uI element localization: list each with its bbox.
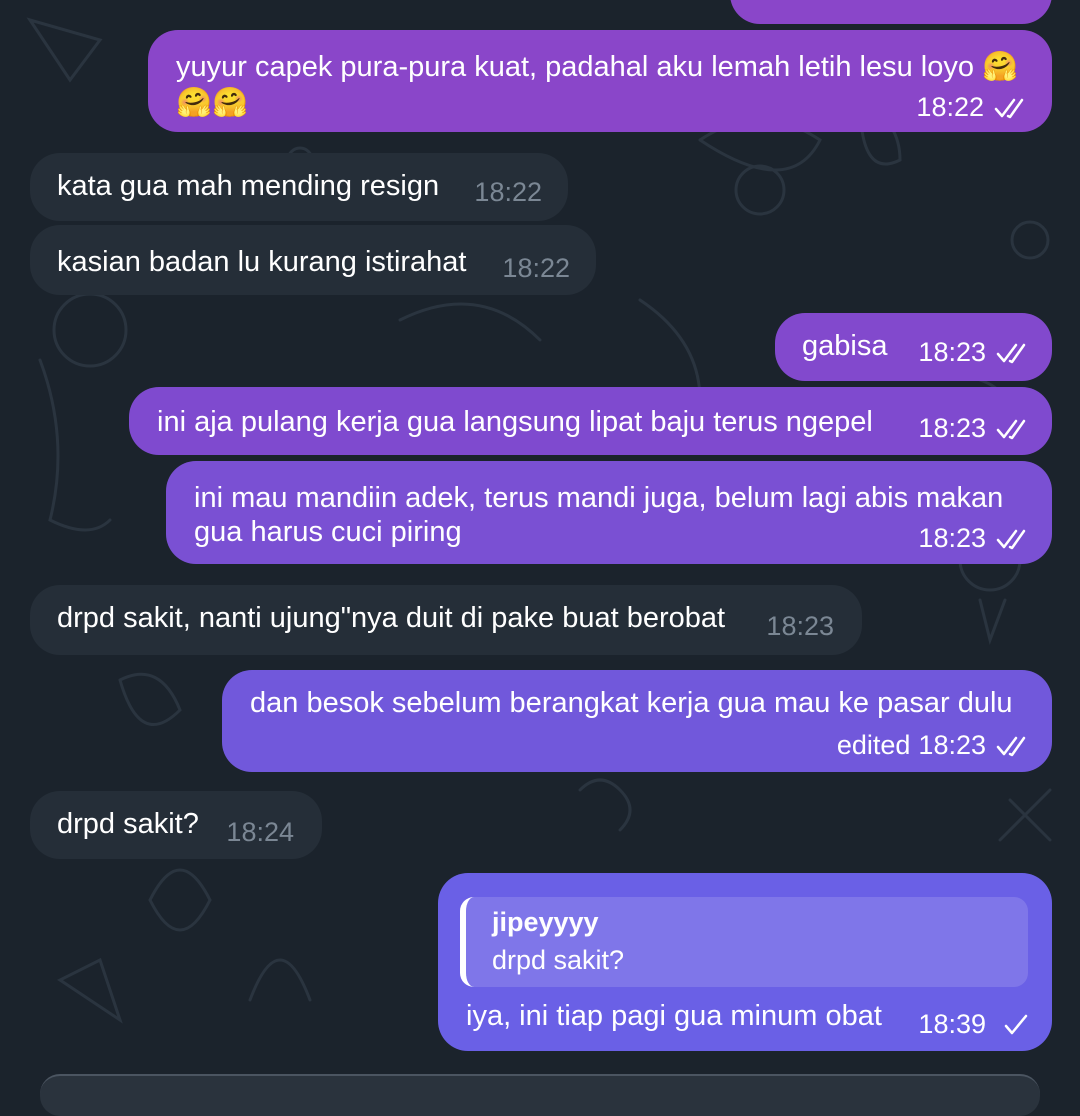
single-check-icon <box>1004 1014 1028 1034</box>
message-bubble-incoming[interactable]: drpd sakit? 18:24 <box>30 791 322 859</box>
message-bubble-outgoing-partial[interactable] <box>730 0 1052 24</box>
message-bubble-outgoing[interactable]: dan besok sebelum berangkat kerja gua ma… <box>222 670 1052 772</box>
message-meta: 18:23 <box>918 521 1034 556</box>
double-check-icon <box>996 343 1026 363</box>
message-bubble-outgoing[interactable]: ini mau mandiin adek, terus mandi juga, … <box>166 461 1052 564</box>
message-time: 18:22 <box>916 92 984 122</box>
reply-text: drpd sakit? <box>492 945 625 975</box>
message-time: 18:23 <box>918 523 986 553</box>
message-text: ini aja pulang kerja gua langsung lipat … <box>157 406 873 438</box>
message-text: gabisa <box>802 330 888 362</box>
message-time: 18:24 <box>226 817 294 847</box>
message-bubble-outgoing[interactable]: gabisa 18:23 <box>775 313 1052 381</box>
message-bubble-incoming[interactable]: kata gua mah mending resign 18:22 <box>30 153 568 221</box>
double-check-icon <box>996 529 1026 549</box>
message-bubble-incoming[interactable]: kasian badan lu kurang istirahat 18:22 <box>30 225 596 295</box>
message-text-line-2: gua harus cuci piring <box>194 516 462 548</box>
message-text-line-1: ini mau mandiin adek, terus mandi juga, … <box>194 482 1004 514</box>
edited-label: edited <box>836 730 911 760</box>
message-meta: 18:23 <box>918 335 1034 370</box>
message-meta: 18:23 <box>918 411 1034 446</box>
message-text: iya, ini tiap pagi gua minum obat <box>466 1000 882 1032</box>
double-check-icon <box>996 736 1026 756</box>
message-meta: edited 18:23 <box>837 728 1034 763</box>
message-bubble-outgoing[interactable]: ini aja pulang kerja gua langsung lipat … <box>129 387 1052 455</box>
message-text: kata gua mah mending resign <box>57 170 440 202</box>
message-time: 18:23 <box>918 730 986 760</box>
message-time: 18:23 <box>918 413 986 443</box>
double-check-icon <box>996 419 1026 439</box>
message-time: 18:22 <box>502 253 570 283</box>
reply-quote[interactable]: jipeyyyy drpd sakit? <box>460 897 1028 987</box>
message-meta: 18:22 <box>916 90 1032 125</box>
reply-author: jipeyyyy <box>492 907 599 937</box>
double-check-icon <box>994 98 1024 118</box>
message-text-line-1: yuyur capek pura-pura kuat, padahal aku … <box>176 51 1019 83</box>
message-text: dan besok sebelum berangkat kerja gua ma… <box>250 687 1013 719</box>
message-bubble-outgoing[interactable]: yuyur capek pura-pura kuat, padahal aku … <box>148 30 1052 132</box>
message-time: 18:23 <box>918 337 986 367</box>
message-time: 18:39 <box>918 1009 986 1039</box>
message-list[interactable]: yuyur capek pura-pura kuat, padahal aku … <box>0 0 1080 1080</box>
message-text: drpd sakit, nanti ujung"nya duit di pake… <box>57 602 726 634</box>
message-time: 18:23 <box>766 611 834 641</box>
message-text: kasian badan lu kurang istirahat <box>57 246 467 278</box>
message-time: 18:22 <box>474 177 542 207</box>
message-meta: 18:39 <box>918 1007 1034 1042</box>
message-text-line-2: 🤗🤗 <box>176 87 249 119</box>
message-text: drpd sakit? <box>57 808 199 840</box>
message-bubble-incoming[interactable]: drpd sakit, nanti ujung"nya duit di pake… <box>30 585 862 655</box>
message-input-bar-edge[interactable] <box>40 1074 1040 1116</box>
message-bubble-outgoing-reply[interactable]: jipeyyyy drpd sakit? iya, ini tiap pagi … <box>438 873 1052 1051</box>
